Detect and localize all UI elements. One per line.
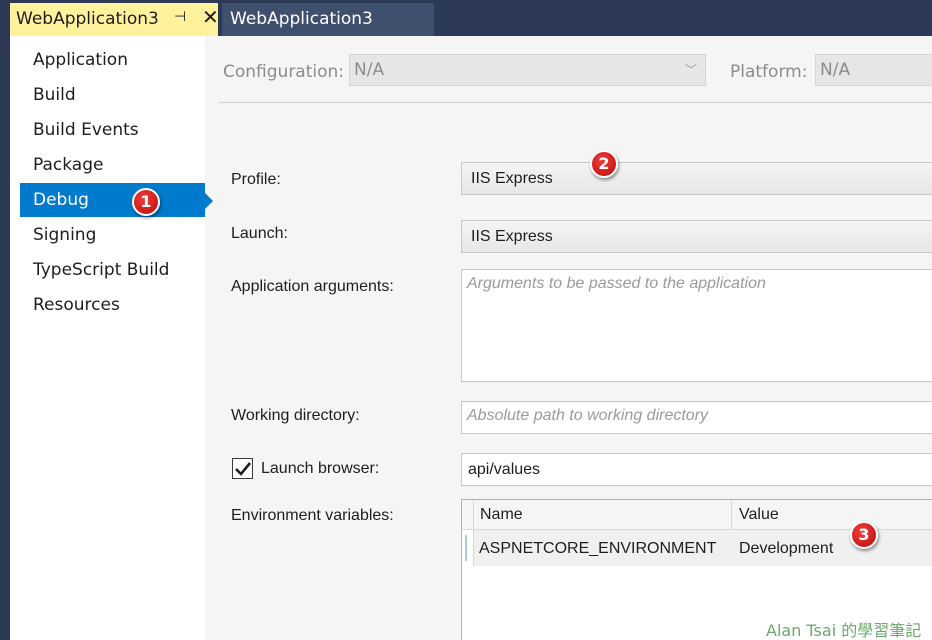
profile-label: Profile: bbox=[231, 171, 281, 188]
launch-value: IIS Express bbox=[471, 228, 553, 245]
row-header[interactable] bbox=[462, 530, 474, 566]
window-edge bbox=[0, 36, 10, 640]
annotation-badge-3: 3 bbox=[850, 521, 878, 549]
sidebar-item-build-events[interactable]: Build Events bbox=[20, 113, 205, 147]
application-arguments-input[interactable]: Arguments to be passed to the applicatio… bbox=[461, 269, 932, 382]
sidebar-item-typescript-build[interactable]: TypeScript Build bbox=[20, 253, 205, 287]
sidebar-item-label: TypeScript Build bbox=[33, 260, 170, 280]
profile-value: IIS Express bbox=[471, 170, 553, 187]
launch-dropdown[interactable]: IIS Express bbox=[461, 220, 932, 253]
debug-settings-panel: Configuration: N/A ﹀ Platform: N/A Profi… bbox=[205, 36, 932, 640]
divider bbox=[219, 102, 932, 103]
sidebar-item-label: Application bbox=[33, 50, 128, 70]
column-header-name[interactable]: Name bbox=[480, 506, 523, 524]
properties-sidebar: Application Build Build Events Package D… bbox=[10, 36, 205, 640]
sidebar-item-label: Build Events bbox=[33, 120, 139, 140]
sidebar-item-label: Package bbox=[33, 155, 104, 175]
sidebar-item-build[interactable]: Build bbox=[20, 78, 205, 112]
configuration-label: Configuration: bbox=[223, 62, 345, 82]
tab-webapplication3-properties[interactable]: WebApplication3 ⊣ ✕ bbox=[10, 3, 219, 36]
configuration-select[interactable]: N/A ﹀ bbox=[349, 54, 706, 86]
close-icon[interactable]: ✕ bbox=[202, 5, 219, 29]
checkmark-icon bbox=[235, 462, 252, 476]
tab-title: WebApplication3 bbox=[16, 9, 159, 29]
working-directory-input[interactable]: Absolute path to working directory bbox=[461, 401, 932, 434]
platform-value: N/A bbox=[820, 60, 851, 80]
application-arguments-placeholder: Arguments to be passed to the applicatio… bbox=[467, 275, 766, 292]
launch-browser-checkbox[interactable] bbox=[232, 458, 253, 479]
env-value-cell[interactable]: Development bbox=[739, 540, 833, 558]
environment-variables-label: Environment variables: bbox=[231, 507, 394, 524]
platform-select[interactable]: N/A bbox=[815, 54, 932, 86]
platform-label: Platform: bbox=[730, 62, 808, 82]
sidebar-item-debug[interactable]: Debug bbox=[20, 183, 205, 217]
sidebar-item-label: Debug bbox=[33, 190, 89, 210]
watermark: Alan Tsai 的學習筆記 bbox=[766, 621, 922, 640]
configuration-value: N/A bbox=[354, 60, 385, 80]
launch-browser-url-input[interactable]: api/values bbox=[461, 453, 932, 486]
tab-title: WebApplication3 bbox=[230, 9, 373, 29]
annotation-badge-1: 1 bbox=[132, 188, 160, 216]
annotation-badge-2: 2 bbox=[590, 150, 618, 178]
sidebar-item-label: Resources bbox=[33, 295, 120, 315]
project-properties-page: Application Build Build Events Package D… bbox=[10, 36, 932, 640]
sidebar-item-application[interactable]: Application bbox=[20, 43, 205, 77]
grid-corner bbox=[462, 500, 474, 530]
sidebar-item-label: Build bbox=[33, 85, 76, 105]
env-name-cell[interactable]: ASPNETCORE_ENVIRONMENT bbox=[479, 540, 716, 558]
column-separator[interactable] bbox=[731, 500, 732, 530]
working-directory-label: Working directory: bbox=[231, 407, 360, 424]
launch-browser-label: Launch browser: bbox=[261, 460, 380, 477]
document-tab-strip: WebApplication3 ⊣ ✕ WebApplication3 bbox=[0, 0, 932, 36]
application-arguments-label: Application arguments: bbox=[231, 278, 394, 295]
sidebar-item-package[interactable]: Package bbox=[20, 148, 205, 182]
column-header-value[interactable]: Value bbox=[739, 506, 779, 524]
pin-icon[interactable]: ⊣ bbox=[174, 9, 186, 25]
launch-label: Launch: bbox=[231, 225, 288, 242]
sidebar-item-signing[interactable]: Signing bbox=[20, 218, 205, 252]
tab-webapplication3[interactable]: WebApplication3 bbox=[222, 3, 434, 36]
chevron-down-icon: ﹀ bbox=[684, 63, 697, 77]
launch-browser-url-value: api/values bbox=[468, 461, 541, 478]
sidebar-item-label: Signing bbox=[33, 225, 97, 245]
profile-dropdown[interactable]: IIS Express bbox=[461, 162, 932, 195]
working-directory-placeholder: Absolute path to working directory bbox=[467, 407, 709, 424]
sidebar-item-resources[interactable]: Resources bbox=[20, 288, 205, 322]
